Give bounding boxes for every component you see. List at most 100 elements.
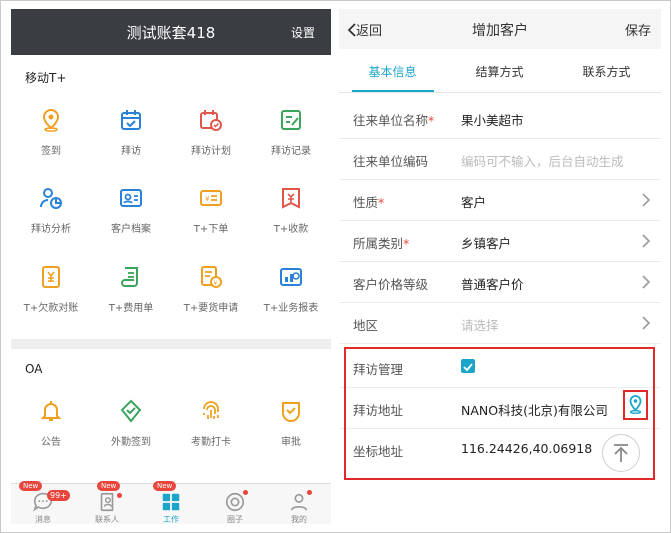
- field-label: 地区: [353, 318, 379, 333]
- app-label: T+下单: [193, 224, 229, 235]
- app-label: 拜访分析: [31, 224, 71, 235]
- tab-label: 我的: [291, 515, 307, 524]
- app-business-report[interactable]: T+业务报表: [251, 265, 331, 325]
- fingerprint-icon: [203, 401, 219, 419]
- field-nature[interactable]: 性质* 客户: [339, 180, 661, 221]
- circle-icon: [225, 492, 245, 512]
- app-label: 外勤签到: [111, 437, 151, 448]
- bell-icon: [40, 401, 62, 421]
- calendar-plan-icon: [200, 110, 222, 131]
- app-visit-plan[interactable]: 拜访计划: [171, 108, 251, 168]
- app-header: 测试账套418 设置: [11, 9, 331, 55]
- new-badge: New: [19, 481, 43, 491]
- notification-dot: [243, 490, 248, 495]
- account-title: 测试账套418: [126, 24, 216, 42]
- arrow-up-icon: [614, 444, 628, 462]
- grid-apps-icon: [162, 493, 180, 511]
- chevron-right-icon: [642, 275, 651, 289]
- app-label: 拜访记录: [271, 146, 311, 157]
- app-checkin[interactable]: 签到: [11, 108, 91, 168]
- edit-note-icon: [281, 110, 301, 130]
- section-title-mobile: 移动T+: [25, 71, 67, 85]
- contacts-icon: [100, 492, 114, 512]
- app-label: 考勤打卡: [191, 437, 231, 448]
- location-pin-icon: [42, 108, 60, 132]
- app-debt-reconcile[interactable]: T+欠款对账: [11, 265, 91, 325]
- app-attendance[interactable]: 考勤打卡: [171, 399, 251, 459]
- app-place-order[interactable]: ¥ T+下单: [171, 186, 251, 246]
- approval-icon: [282, 402, 300, 422]
- workbench-screen: 测试账套418 设置 移动T+ 签到 拜访 拜访计划 拜访记录 拜访分析 客户档…: [11, 9, 331, 524]
- field-category[interactable]: 所属类别* 乡镇客户: [339, 221, 661, 262]
- app-notice[interactable]: 公告: [11, 399, 91, 459]
- tab-basic-info[interactable]: 基本信息: [339, 63, 446, 80]
- active-tab-indicator: [352, 90, 434, 92]
- tab-label: 圈子: [227, 515, 243, 524]
- app-label: T+费用单: [108, 303, 154, 314]
- app-expense[interactable]: T+费用单: [91, 265, 171, 325]
- mobile-row-2: 拜访分析 客户档案 ¥ T+下单 T+收款: [11, 186, 331, 246]
- app-label: 签到: [41, 146, 61, 157]
- field-label: 性质*: [353, 195, 385, 210]
- page-title: 增加客户: [472, 23, 528, 39]
- person-chart-icon: [40, 188, 62, 209]
- back-button[interactable]: 返回: [347, 20, 382, 39]
- tab-contacts[interactable]: New 联系人: [75, 481, 139, 524]
- tab-circle[interactable]: 圈子: [203, 484, 267, 524]
- tab-contact[interactable]: 联系方式: [553, 63, 660, 80]
- tab-profile[interactable]: 我的: [267, 484, 331, 524]
- field-region[interactable]: 地区 请选择: [339, 303, 661, 344]
- app-visit-analysis[interactable]: 拜访分析: [11, 186, 91, 246]
- svg-text:¥: ¥: [214, 280, 218, 287]
- region-placeholder: 请选择: [461, 318, 499, 333]
- order-icon: ¥: [200, 190, 222, 206]
- app-label: 公告: [41, 437, 61, 448]
- tab-messages[interactable]: New 99+ 消息: [11, 481, 75, 524]
- chevron-left-icon: [347, 23, 356, 37]
- add-customer-screen: 返回 增加客户 保存 基本信息 结算方式 联系方式 往来单位名称* 果小美超市 …: [339, 9, 661, 524]
- tab-label: 工作: [163, 515, 179, 524]
- mobile-row-1: 签到 拜访 拜访计划 拜访记录: [11, 108, 331, 168]
- calendar-check-icon: [121, 110, 141, 130]
- report-icon: [280, 268, 302, 286]
- id-card-icon: [120, 189, 142, 207]
- nav-header: 返回 增加客户 保存: [339, 9, 661, 49]
- field-label: 往来单位名称*: [353, 113, 435, 128]
- app-approval[interactable]: 审批: [251, 399, 331, 459]
- notification-dot: [307, 490, 312, 495]
- settings-button[interactable]: 设置: [291, 24, 315, 41]
- field-label: 往来单位编码: [353, 154, 429, 169]
- app-label: 审批: [281, 437, 301, 448]
- mobile-row-3: T+欠款对账 T+费用单 ¥ T+要货申请 T+业务报表: [11, 265, 331, 325]
- back-to-top-button[interactable]: [602, 434, 640, 472]
- app-label: 拜访: [121, 146, 141, 157]
- app-label: 客户档案: [111, 224, 151, 235]
- tab-work[interactable]: New 工作: [139, 481, 203, 524]
- app-receipt[interactable]: T+收款: [251, 186, 331, 246]
- tab-label: 联系人: [95, 515, 119, 524]
- app-visit[interactable]: 拜访: [91, 108, 171, 168]
- field-label: 客户价格等级: [353, 277, 429, 292]
- app-goods-request[interactable]: ¥ T+要货申请: [171, 265, 251, 325]
- new-badge: New: [153, 481, 177, 491]
- app-label: T+欠款对账: [23, 303, 79, 314]
- app-field-checkin[interactable]: 外勤签到: [91, 399, 171, 459]
- receipt-icon: [282, 188, 300, 209]
- app-label: T+收款: [273, 224, 309, 235]
- unit-name-value[interactable]: 果小美超市: [461, 110, 524, 129]
- shield-check-icon: [120, 399, 142, 423]
- price-level-value: 普通客户价: [461, 277, 524, 292]
- yuan-doc-icon: [42, 266, 60, 288]
- bottom-tabbar: New 99+ 消息 New 联系人 New 工作 圈子 我的: [11, 481, 331, 524]
- section-title-oa: OA: [25, 362, 43, 376]
- field-price-level[interactable]: 客户价格等级 普通客户价: [339, 262, 661, 303]
- save-button[interactable]: 保存: [625, 20, 651, 39]
- tab-settlement[interactable]: 结算方式: [446, 63, 553, 80]
- screenshot-frame: 测试账套418 设置 移动T+ 签到 拜访 拜访计划 拜访记录 拜访分析 客户档…: [0, 0, 671, 533]
- app-visit-record[interactable]: 拜访记录: [251, 108, 331, 168]
- unit-code-placeholder[interactable]: 编码可不输入，后台自动生成: [461, 151, 624, 170]
- field-unit-name[interactable]: 往来单位名称* 果小美超市: [339, 98, 661, 139]
- field-unit-code[interactable]: 往来单位编码 编码可不输入，后台自动生成: [339, 139, 661, 180]
- svg-text:¥: ¥: [205, 195, 210, 203]
- app-customer-file[interactable]: 客户档案: [91, 186, 171, 246]
